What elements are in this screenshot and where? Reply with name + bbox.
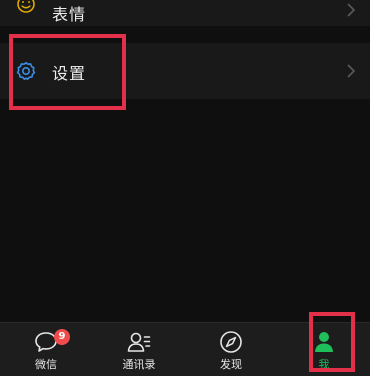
menu-item-emoji[interactable]: 表情 bbox=[0, 0, 370, 26]
tab-contacts[interactable]: 通讯录 bbox=[93, 323, 185, 376]
contacts-icon bbox=[127, 332, 151, 352]
unread-badge: 9 bbox=[54, 329, 70, 345]
chevron-right-icon bbox=[347, 64, 356, 78]
tab-discover-label: 发现 bbox=[220, 358, 242, 371]
settings-highlight-box bbox=[9, 34, 126, 110]
compass-icon bbox=[220, 331, 242, 353]
smiley-icon bbox=[17, 0, 35, 13]
me-tab-highlight-box bbox=[309, 312, 355, 372]
tab-discover[interactable]: 发现 bbox=[185, 323, 277, 376]
tab-contacts-label: 通讯录 bbox=[122, 358, 156, 371]
tab-wechat[interactable]: 9 微信 bbox=[0, 323, 92, 376]
menu-item-emoji-label: 表情 bbox=[52, 5, 87, 24]
tab-wechat-label: 微信 bbox=[35, 358, 57, 371]
chevron-right-icon bbox=[347, 3, 356, 17]
